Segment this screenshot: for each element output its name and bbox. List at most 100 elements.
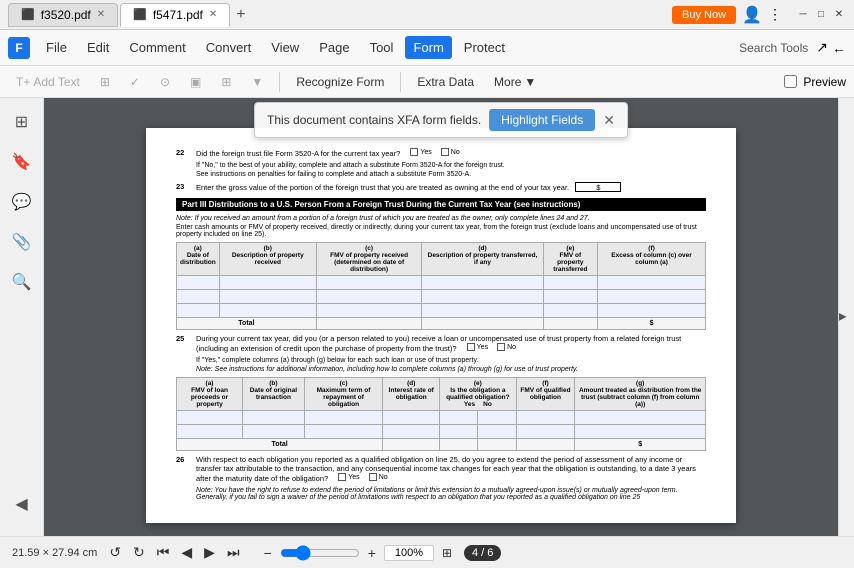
right-collapse-button[interactable]: ▶	[839, 312, 847, 323]
tab-f3520[interactable]: ⬛ f3520.pdf ✕	[8, 3, 118, 27]
cell-24-3-b[interactable]	[219, 304, 316, 318]
last-page-button[interactable]: ⏭	[223, 542, 244, 563]
cell-24-2-f[interactable]	[598, 290, 706, 304]
back-icon[interactable]: ←	[832, 40, 846, 56]
menu-view[interactable]: View	[263, 36, 307, 59]
cell-24-3-e[interactable]	[543, 304, 597, 318]
row26-yes-checkbox[interactable]	[338, 473, 346, 481]
first-page-button[interactable]: ⏮	[153, 542, 174, 563]
sidebar-attach-icon[interactable]: 📎	[6, 226, 38, 258]
row26-no-checkbox[interactable]	[369, 473, 377, 481]
cell-25-2-b[interactable]	[243, 425, 305, 439]
check-button[interactable]: ✓	[122, 72, 148, 92]
total-24-f[interactable]: $	[598, 318, 706, 330]
menu-file[interactable]: File	[38, 36, 75, 59]
recognize-form-button[interactable]: Recognize Form	[288, 72, 392, 92]
cell-25-2-eno[interactable]	[478, 425, 516, 439]
total-24-e[interactable]	[543, 318, 597, 330]
cell-25-1-g[interactable]	[575, 411, 706, 425]
user-icon[interactable]: 👤	[742, 5, 762, 25]
sidebar-search-icon[interactable]: 🔍	[6, 266, 38, 298]
sidebar-bookmark-icon[interactable]: 🔖	[6, 146, 38, 178]
cell-25-2-c[interactable]	[304, 425, 383, 439]
more-button[interactable]: More▼	[486, 72, 544, 92]
more-options-icon[interactable]: ⋮	[768, 6, 782, 23]
cell-25-1-eyes[interactable]	[440, 411, 478, 425]
close-button[interactable]: ✕	[832, 8, 846, 22]
rotate-left-button[interactable]: ↺	[105, 542, 125, 563]
row25-yes-checkbox[interactable]	[467, 343, 475, 351]
menu-tool[interactable]: Tool	[362, 36, 402, 59]
tab2-close[interactable]: ✕	[209, 9, 217, 20]
menu-page[interactable]: Page	[311, 36, 357, 59]
cell-24-1-c[interactable]	[316, 276, 422, 290]
align-button[interactable]: ⊞	[92, 72, 118, 92]
cell-24-1-a[interactable]	[177, 276, 220, 290]
cell-24-2-a[interactable]	[177, 290, 220, 304]
cell-25-2-f[interactable]	[516, 425, 575, 439]
fit-page-button[interactable]: ⊞	[438, 544, 456, 562]
sidebar-collapse-btn[interactable]: ◀	[6, 488, 38, 520]
cell-25-2-g[interactable]	[575, 425, 706, 439]
circle-button[interactable]: ⊙	[152, 72, 178, 92]
cell-25-1-eno[interactable]	[478, 411, 516, 425]
sidebar-thumb-icon[interactable]: ⊞	[6, 106, 38, 138]
rotate-right-button[interactable]: ↻	[129, 542, 149, 563]
zoom-in-button[interactable]: +	[364, 543, 380, 563]
cell-24-3-c[interactable]	[316, 304, 422, 318]
highlight-fields-button[interactable]: Highlight Fields	[489, 109, 595, 131]
row-23-dollar-field[interactable]: $	[575, 182, 621, 192]
preview-checkbox[interactable]	[784, 75, 797, 88]
sidebar-comment-icon[interactable]: 💬	[6, 186, 38, 218]
menu-form[interactable]: Form	[405, 36, 451, 59]
search-tools[interactable]: Search Tools	[739, 41, 808, 55]
menu-convert[interactable]: Convert	[198, 36, 260, 59]
cell-24-1-b[interactable]	[219, 276, 316, 290]
add-text-button[interactable]: T+ Add Text	[8, 72, 88, 92]
cell-24-2-c[interactable]	[316, 290, 422, 304]
cell-25-1-b[interactable]	[243, 411, 305, 425]
cell-24-3-f[interactable]	[598, 304, 706, 318]
cell-25-1-d[interactable]	[383, 411, 440, 425]
cell-24-2-d[interactable]	[422, 290, 543, 304]
zoom-out-button[interactable]: −	[260, 543, 276, 563]
buy-now-button[interactable]: Buy Now	[672, 6, 736, 24]
menu-edit[interactable]: Edit	[79, 36, 117, 59]
next-page-button[interactable]: ▶	[200, 542, 219, 563]
row25-no-checkbox[interactable]	[497, 343, 505, 351]
yes-checkbox[interactable]	[410, 148, 418, 156]
maximize-button[interactable]: □	[814, 8, 828, 22]
extra-data-button[interactable]: Extra Data	[409, 72, 482, 92]
no-checkbox[interactable]	[441, 148, 449, 156]
minimize-button[interactable]: ─	[796, 8, 810, 22]
total-25-g[interactable]: $	[575, 439, 706, 451]
zoom-level-input[interactable]	[384, 545, 434, 561]
cell-25-1-f[interactable]	[516, 411, 575, 425]
cell-25-1-a[interactable]	[177, 411, 243, 425]
total-24-c[interactable]	[316, 318, 422, 330]
menu-protect[interactable]: Protect	[456, 36, 513, 59]
cell-25-1-c[interactable]	[304, 411, 383, 425]
tab1-close[interactable]: ✕	[97, 9, 105, 20]
cell-24-3-d[interactable]	[422, 304, 543, 318]
form-row-26: 26 With respect to each obligation you r…	[176, 455, 706, 483]
cell-25-2-d[interactable]	[383, 425, 440, 439]
cell-24-2-b[interactable]	[219, 290, 316, 304]
menu-comment[interactable]: Comment	[121, 36, 193, 59]
cell-24-2-e[interactable]	[543, 290, 597, 304]
cell-25-2-eyes[interactable]	[440, 425, 478, 439]
cell-24-1-f[interactable]	[598, 276, 706, 290]
cell-24-3-a[interactable]	[177, 304, 220, 318]
more-fields-button[interactable]: ⊞	[213, 72, 239, 92]
field-button[interactable]: ▣	[182, 72, 209, 92]
new-tab-button[interactable]: +	[232, 6, 249, 24]
xfa-close-button[interactable]: ✕	[603, 112, 615, 129]
external-link-icon[interactable]: ↗	[816, 39, 828, 56]
zoom-slider[interactable]	[280, 545, 360, 561]
cell-25-2-a[interactable]	[177, 425, 243, 439]
dropdown-btn[interactable]: ▼	[243, 72, 271, 92]
tab-f5471[interactable]: ⬛ f5471.pdf ✕	[120, 3, 230, 27]
cell-24-1-e[interactable]	[543, 276, 597, 290]
cell-24-1-d[interactable]	[422, 276, 543, 290]
prev-page-button[interactable]: ◀	[177, 542, 196, 563]
